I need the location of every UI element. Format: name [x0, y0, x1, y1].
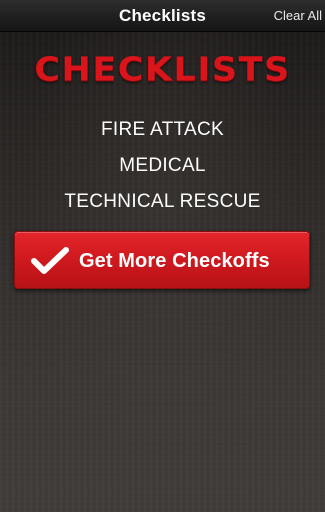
title-bar: Checklists Clear All — [0, 0, 325, 32]
checklists-logo: CHECKLISTS — [34, 51, 291, 89]
menu-item-fire-attack[interactable]: FIRE ATTACK — [0, 118, 325, 154]
checklist-menu: FIRE ATTACK MEDICAL TECHNICAL RESCUE — [0, 118, 325, 226]
checkmark-icon — [31, 247, 69, 274]
app-screen: Checklists Clear All CHECKLISTS FIRE ATT… — [0, 0, 325, 512]
get-more-checkoffs-button[interactable]: Get More Checkoffs — [14, 231, 310, 289]
clear-all-button[interactable]: Clear All — [274, 8, 322, 23]
menu-item-medical[interactable]: MEDICAL — [0, 154, 325, 190]
menu-item-technical-rescue[interactable]: TECHNICAL RESCUE — [0, 190, 325, 226]
get-more-checkoffs-label: Get More Checkoffs — [79, 250, 270, 272]
